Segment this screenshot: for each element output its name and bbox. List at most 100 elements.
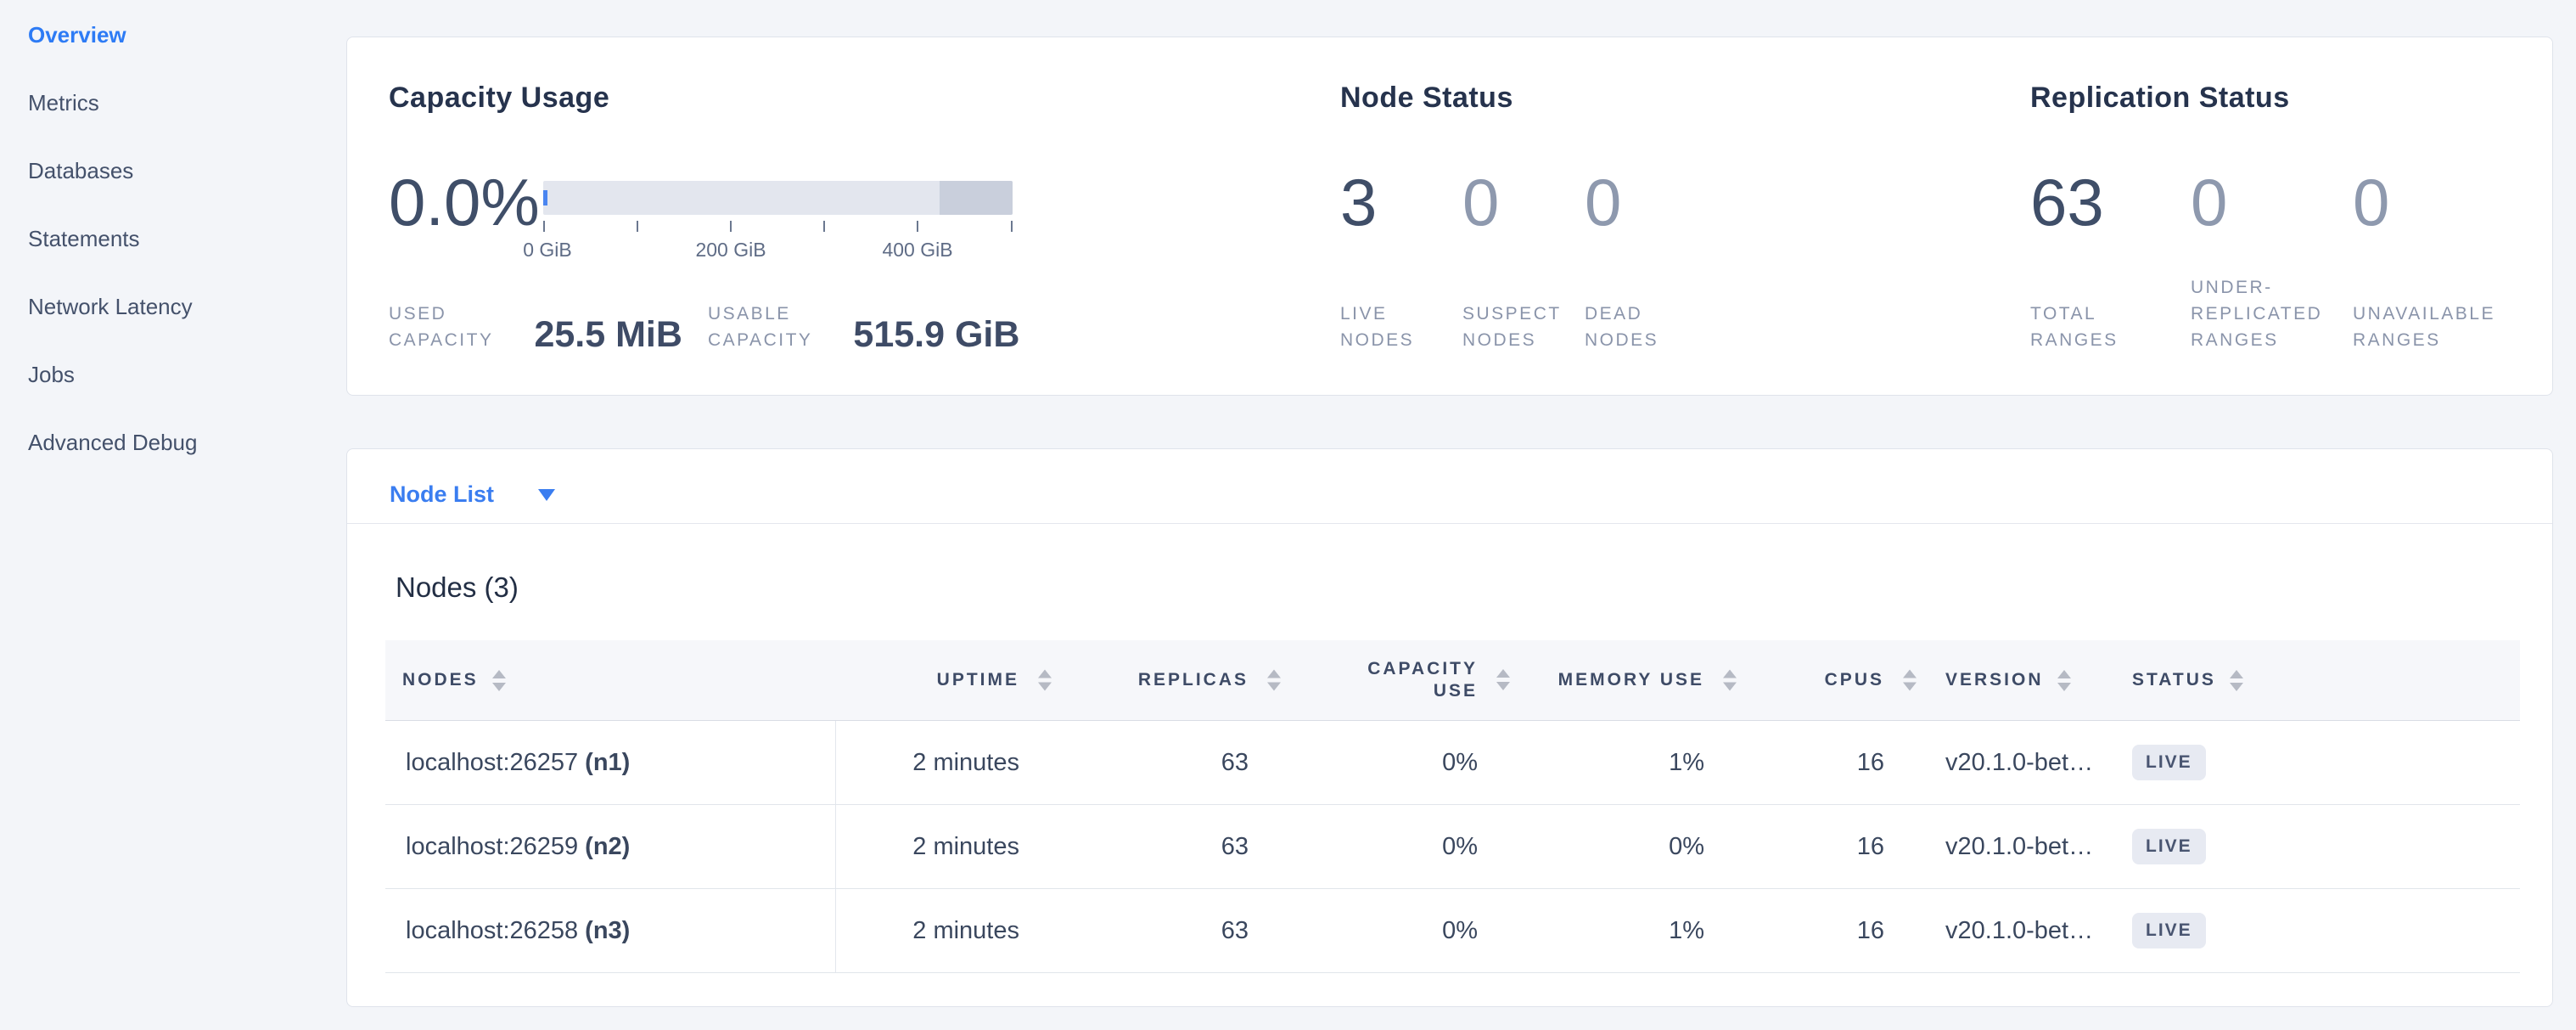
under-replicated-ranges-value: 0 [2191,169,2322,235]
used-capacity-label: USED CAPACITY [389,301,493,353]
divider [347,523,2552,524]
under-replicated-ranges-stat: 0 UNDER- REPLICATED RANGES [2191,169,2322,353]
usable-capacity-stat: USABLE CAPACITY 515.9 GiB [708,301,1019,353]
axis-tick [823,221,825,232]
replication-status-title: Replication Status [2030,82,2290,115]
unavailable-ranges-stat: 0 UNAVAILABLE RANGES [2353,169,2495,353]
unavailable-ranges-value: 0 [2353,169,2495,235]
column-header-status[interactable]: STATUS [2132,640,2520,720]
uptime-cell: 2 minutes [836,805,1019,888]
cpus-cell: 16 [1704,889,1884,972]
cpus-cell: 16 [1704,805,1884,888]
axis-tick [543,221,545,232]
axis-tick [730,221,732,232]
sort-icon [1723,670,1737,691]
status-cell: LIVE [2132,889,2520,972]
sort-icon [2057,670,2071,691]
sort-icon [1496,669,1510,690]
dead-nodes-stat: 0 DEAD NODES [1585,169,1658,353]
sort-icon [492,670,506,691]
column-header-label: CAPACITY USE [1367,658,1478,702]
total-ranges-value: 63 [2030,169,2119,235]
node-id: (n1) [585,749,630,777]
sort-icon [1903,670,1917,691]
sidebar-nav: Overview Metrics Databases Statements Ne… [0,1,346,476]
cluster-overview-page: Overview Metrics Databases Statements Ne… [0,0,2576,1030]
under-replicated-ranges-label: UNDER- REPLICATED RANGES [2191,274,2322,353]
sidebar-item-metrics[interactable]: Metrics [0,69,346,137]
table-row-n3[interactable]: localhost:26258(n3) 2 minutes 63 0% 1% 1… [385,889,2520,973]
cpus-cell: 16 [1704,721,1884,804]
node-list-dropdown[interactable]: Node List [390,481,555,508]
table-row-n2[interactable]: localhost:26259(n2) 2 minutes 63 0% 0% 1… [385,805,2520,889]
unavailable-ranges-label: UNAVAILABLE RANGES [2353,301,2495,353]
suspect-nodes-value: 0 [1462,169,1562,235]
node-address-cell: localhost:26257(n1) [385,721,836,804]
node-id: (n3) [585,917,630,945]
column-header-label: NODES [402,669,479,691]
replicas-cell: 63 [1019,889,1249,972]
capacity-stats: USED CAPACITY 25.5 MiB USABLE CAPACITY 5… [389,301,1019,353]
sort-icon [2230,670,2243,691]
suspect-nodes-label: SUSPECT NODES [1462,301,1562,353]
nodes-table: NODES UPTIME REPLICAS CAPACITY USE MEMOR… [385,640,2520,973]
sidebar-item-statements[interactable]: Statements [0,205,346,273]
memory-use-cell: 0% [1478,805,1704,888]
usable-capacity-value: 515.9 GiB [853,317,1019,353]
dead-nodes-value: 0 [1585,169,1658,235]
axis-tick [1011,221,1013,232]
sidebar-item-advanced-debug[interactable]: Advanced Debug [0,408,346,476]
column-header-uptime[interactable]: UPTIME [836,640,1019,720]
node-list-card: Node List Nodes (3) NODES UPTIME REPLICA… [346,448,2553,1007]
used-capacity-value: 25.5 MiB [534,317,682,353]
memory-use-cell: 1% [1478,889,1704,972]
column-header-version[interactable]: VERSION [1884,640,2132,720]
node-id: (n2) [585,833,630,861]
capacity-bar-used-segment [543,190,547,205]
uptime-cell: 2 minutes [836,721,1019,804]
total-ranges-label: TOTAL RANGES [2030,301,2119,353]
version-cell: v20.1.0-bet… [1884,721,2132,804]
capacity-use-cell: 0% [1249,889,1478,972]
sidebar-item-network-latency[interactable]: Network Latency [0,273,346,341]
version-cell: v20.1.0-bet… [1884,889,2132,972]
live-nodes-value: 3 [1340,169,1414,235]
sort-icon [1267,670,1281,691]
column-header-capacity-use[interactable]: CAPACITY USE [1249,640,1478,720]
axis-tick [917,221,918,232]
capacity-bar-other-segment [940,181,1013,215]
nodes-table-header: NODES UPTIME REPLICAS CAPACITY USE MEMOR… [385,640,2520,721]
column-header-replicas[interactable]: REPLICAS [1019,640,1249,720]
suspect-nodes-stat: 0 SUSPECT NODES [1462,169,1562,353]
axis-label-0gib: 0 GiB [523,239,572,262]
capacity-use-cell: 0% [1249,805,1478,888]
column-header-label: REPLICAS [1138,669,1249,691]
sidebar-item-jobs[interactable]: Jobs [0,341,346,408]
column-header-label: CPUS [1825,669,1884,691]
cluster-summary-card: Capacity Usage 0.0% 0 GiB 200 GiB 400 Gi… [346,37,2553,396]
status-cell: LIVE [2132,721,2520,804]
status-cell: LIVE [2132,805,2520,888]
column-header-nodes[interactable]: NODES [385,640,836,720]
capacity-use-cell: 0% [1249,721,1478,804]
replicas-cell: 63 [1019,805,1249,888]
status-badge: LIVE [2132,745,2206,780]
live-nodes-stat: 3 LIVE NODES [1340,169,1414,353]
node-list-dropdown-label: Node List [390,481,494,508]
sidebar-item-overview[interactable]: Overview [0,1,346,69]
status-badge: LIVE [2132,913,2206,948]
table-row-n1[interactable]: localhost:26257(n1) 2 minutes 63 0% 1% 1… [385,721,2520,805]
memory-use-cell: 1% [1478,721,1704,804]
axis-label-200gib: 200 GiB [695,239,766,262]
column-header-label: VERSION [1945,669,2044,691]
column-header-label: MEMORY USE [1558,669,1704,691]
capacity-usage-title: Capacity Usage [389,82,609,115]
chevron-down-icon [538,489,555,501]
nodes-count-heading: Nodes (3) [396,571,519,604]
column-header-label: STATUS [2132,669,2216,691]
sort-icon [1038,670,1052,691]
sidebar-item-databases[interactable]: Databases [0,137,346,205]
axis-tick [637,221,638,232]
column-header-memory-use[interactable]: MEMORY USE [1478,640,1704,720]
used-capacity-stat: USED CAPACITY 25.5 MiB [389,301,682,353]
